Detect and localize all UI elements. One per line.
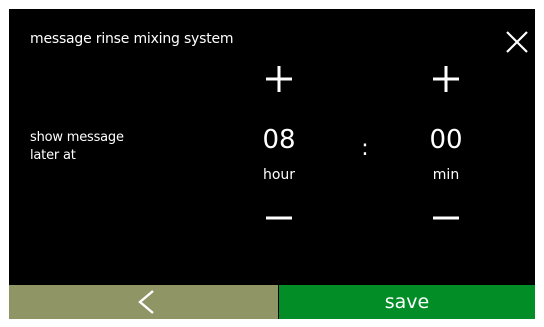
screen: message rinse mixing system show message… <box>0 0 544 327</box>
hour-increment-button[interactable] <box>262 62 296 96</box>
message-dialog: message rinse mixing system show message… <box>9 9 535 319</box>
time-separator: : <box>361 136 369 161</box>
back-button[interactable] <box>9 285 278 319</box>
minute-value: 00 <box>429 125 463 155</box>
minus-icon <box>433 216 459 220</box>
hour-value: 08 <box>262 125 296 155</box>
label-line-2: later at <box>30 148 76 163</box>
hour-decrement-button[interactable] <box>262 201 296 235</box>
chevron-left-icon <box>138 290 154 314</box>
close-icon <box>506 31 528 53</box>
plus-icon <box>433 66 459 92</box>
plus-icon <box>266 66 292 92</box>
minute-increment-button[interactable] <box>429 62 463 96</box>
dialog-title: message rinse mixing system <box>30 31 234 47</box>
save-button[interactable]: save <box>279 285 535 319</box>
minute-unit-label: min <box>432 167 460 183</box>
minus-icon <box>266 216 292 220</box>
hour-unit-label: hour <box>262 167 296 183</box>
minute-decrement-button[interactable] <box>429 201 463 235</box>
close-button[interactable] <box>505 30 529 54</box>
label-line-1: show message <box>30 130 124 145</box>
show-message-label: show message later at <box>30 129 124 165</box>
